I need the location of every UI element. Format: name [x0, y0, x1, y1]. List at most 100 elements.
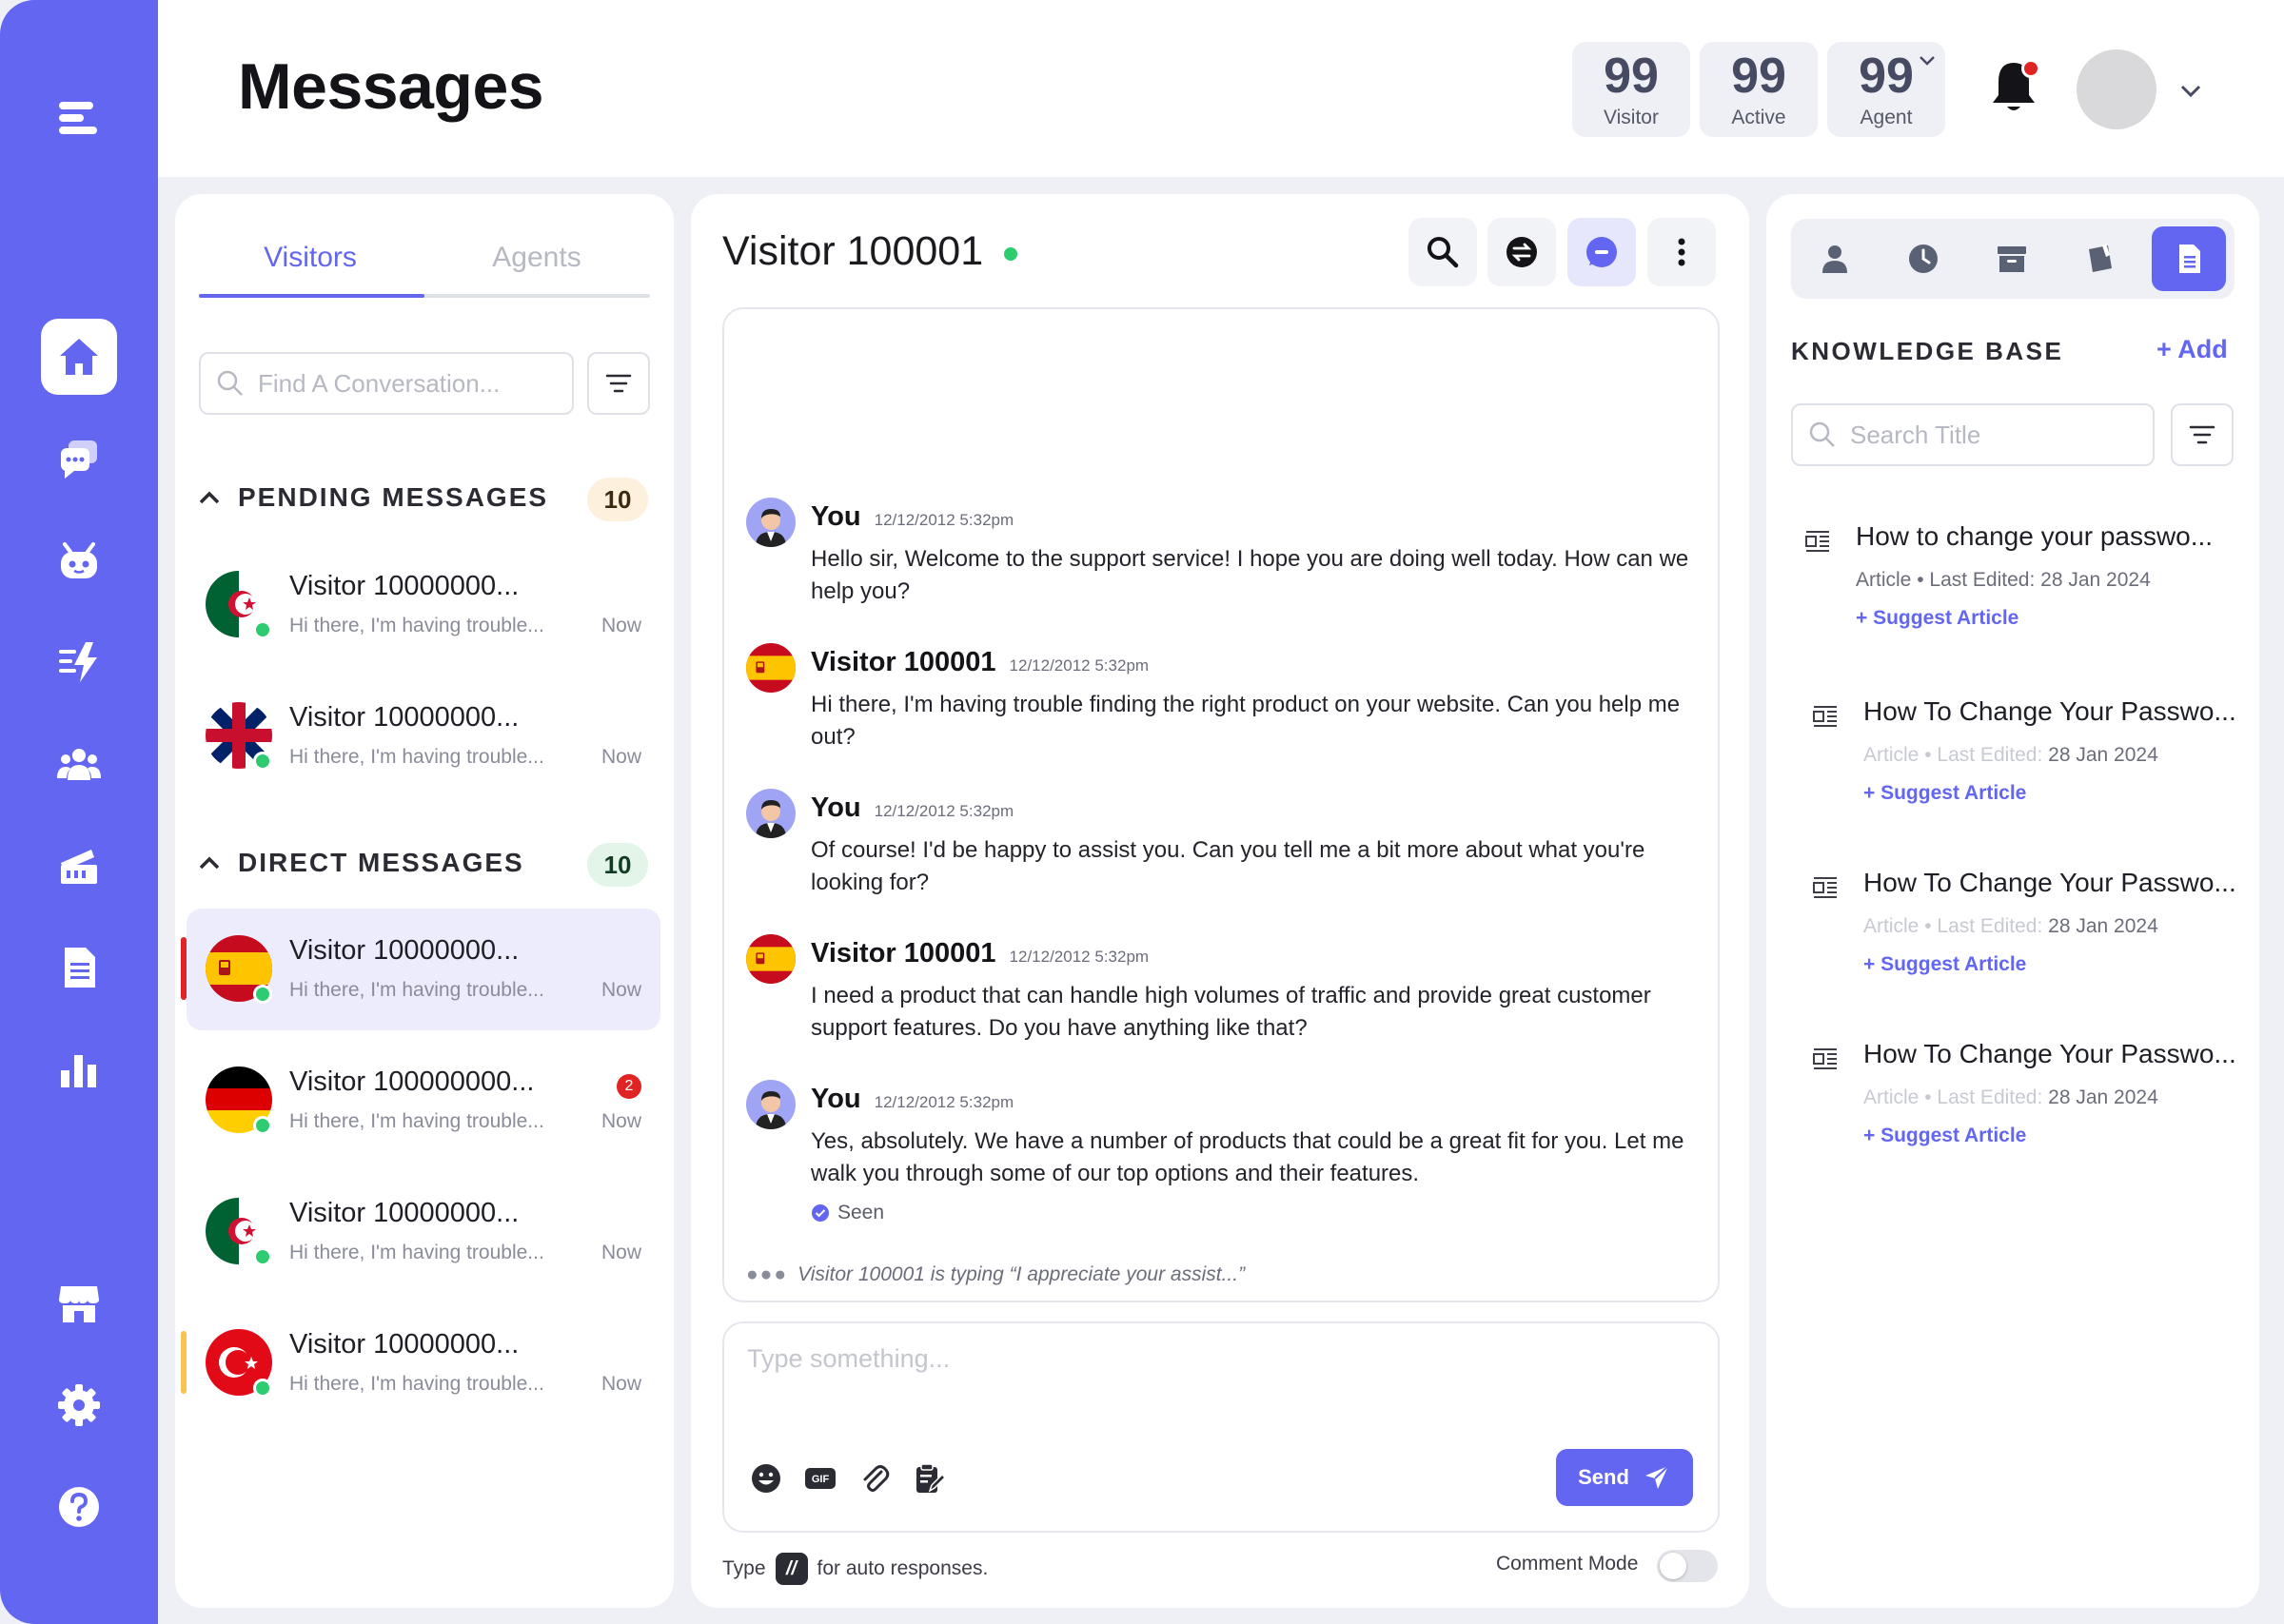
- add-article-button[interactable]: + Add: [2156, 335, 2228, 364]
- article-type: Article: [1863, 1086, 1920, 1108]
- message-text: Hello sir, Welcome to the support servic…: [811, 546, 1689, 604]
- settings-icon[interactable]: [41, 1367, 117, 1443]
- article-meta: Article • Last Edited: 28 Jan 2024: [1863, 915, 2158, 937]
- notifications-bell-icon[interactable]: [1987, 57, 2040, 118]
- chat-mode-button[interactable]: [1567, 218, 1636, 286]
- filter-icon: [2189, 425, 2215, 444]
- send-button[interactable]: Send: [1556, 1449, 1693, 1506]
- last-edited-label: Last Edited:: [1937, 1086, 2043, 1108]
- tab-visitors[interactable]: Visitors: [200, 242, 421, 274]
- conversation-item[interactable]: Visitor 10000000... Hi there, I'm having…: [187, 1171, 660, 1293]
- user-icon: [1822, 245, 1847, 273]
- tab-visitor-info[interactable]: [1798, 226, 1872, 291]
- last-edited-label: Last Edited:: [1937, 744, 2043, 766]
- message-text: Yes, absolutely. We have a number of pro…: [811, 1128, 1684, 1186]
- canned-response-icon[interactable]: [910, 1459, 948, 1497]
- notification-dot: [2021, 59, 2040, 78]
- help-icon[interactable]: [41, 1469, 117, 1545]
- article-filter-button[interactable]: [2171, 403, 2234, 466]
- menu-icon[interactable]: [41, 80, 117, 156]
- suggest-article-button[interactable]: + Suggest Article: [1863, 1125, 2026, 1147]
- online-status-dot: [253, 985, 272, 1004]
- conversation-item[interactable]: Visitor 10000000... Hi there, I'm having…: [181, 1302, 660, 1424]
- comment-mode-toggle[interactable]: [1657, 1550, 1718, 1582]
- tab-notes[interactable]: [2063, 226, 2137, 291]
- sender-name: Visitor 100001: [811, 647, 996, 677]
- message-sender: Visitor 100001 12/12/2012 5:32pm: [811, 647, 1149, 678]
- last-edited-label: Last Edited:: [1937, 915, 2043, 937]
- typing-dots-icon: ●●●: [746, 1263, 789, 1285]
- attachment-icon[interactable]: [856, 1459, 894, 1497]
- more-vertical-icon: [1678, 238, 1685, 266]
- tab-archive[interactable]: [1975, 226, 2049, 291]
- chat-bubble-icon: [1586, 237, 1617, 267]
- article-title[interactable]: How To Change Your Passwo...: [1863, 868, 2236, 898]
- message-timestamp: 12/12/2012 5:32pm: [874, 511, 1014, 529]
- article-search-input[interactable]: [1850, 405, 2143, 464]
- suggest-article-button[interactable]: + Suggest Article: [1863, 782, 2026, 805]
- chat-search-button[interactable]: [1408, 218, 1477, 286]
- search-icon: [217, 370, 243, 396]
- seen-label: Seen: [837, 1202, 885, 1223]
- bot-icon[interactable]: [41, 522, 117, 598]
- direct-section-header[interactable]: DIRECT MESSAGES: [198, 848, 524, 878]
- chat-title: Visitor 100001: [722, 228, 1018, 275]
- avatar[interactable]: [2077, 49, 2156, 129]
- online-status-dot: [253, 1116, 272, 1135]
- conversation-search-input[interactable]: [258, 354, 562, 413]
- online-status-dot: [253, 620, 272, 639]
- chats-icon[interactable]: [41, 421, 117, 497]
- emoji-icon[interactable]: [747, 1459, 785, 1497]
- spain-flag-avatar: [746, 934, 796, 984]
- article-meta: Article • Last Edited: 28 Jan 2024: [1863, 1086, 2158, 1108]
- article-title[interactable]: How To Change Your Passwo...: [1863, 1039, 2236, 1069]
- agent-stat[interactable]: 99 Agent: [1827, 42, 1945, 137]
- conversation-item[interactable]: Visitor 100000000... 2 Hi there, I'm hav…: [187, 1040, 660, 1162]
- conversation-time: Now: [601, 1110, 641, 1132]
- auto-response-hint: Type // for auto responses.: [722, 1553, 988, 1585]
- article-title[interactable]: How To Change Your Passwo...: [1863, 696, 2236, 727]
- message-timestamp: 12/12/2012 5:32pm: [1009, 656, 1150, 675]
- conversation-filter-button[interactable]: [587, 352, 650, 415]
- agent-avatar: [746, 789, 796, 838]
- online-status-dot: [253, 1247, 272, 1266]
- check-circle-icon: [812, 1204, 829, 1222]
- tab-history[interactable]: [1886, 226, 1960, 291]
- documents-icon[interactable]: [41, 929, 117, 1006]
- chevron-down-icon: [1920, 56, 1935, 66]
- message-input[interactable]: [747, 1344, 1689, 1411]
- suggest-article-button[interactable]: + Suggest Article: [1863, 953, 2026, 976]
- article-icon: [1805, 531, 1829, 552]
- article-title[interactable]: How to change your passwo...: [1856, 521, 2213, 552]
- team-icon[interactable]: [41, 726, 117, 802]
- sender-name: You: [811, 501, 861, 532]
- suggest-article-button[interactable]: + Suggest Article: [1856, 607, 2018, 630]
- transfer-chat-button[interactable]: [1487, 218, 1556, 286]
- last-edited-label: Last Edited:: [1929, 569, 2036, 591]
- conversation-time: Now: [601, 1373, 641, 1395]
- tickets-icon[interactable]: [41, 828, 117, 904]
- sender-name: Visitor 100001: [811, 938, 996, 969]
- more-options-button[interactable]: [1647, 218, 1716, 286]
- visitor-stat: 99 Visitor: [1572, 42, 1690, 137]
- message-text: Hi there, I'm having trouble finding the…: [811, 692, 1681, 750]
- reports-icon[interactable]: [41, 1031, 117, 1107]
- pending-section-header[interactable]: PENDING MESSAGES: [198, 482, 548, 513]
- profile-chevron-down-icon[interactable]: [2179, 84, 2202, 99]
- filter-icon: [605, 374, 632, 393]
- conversation-item-active[interactable]: Visitor 10000000... Hi there, I'm having…: [181, 909, 660, 1030]
- conversation-time: Now: [601, 615, 641, 636]
- conversation-time: Now: [601, 1242, 641, 1263]
- automation-icon[interactable]: [41, 624, 117, 700]
- home-icon[interactable]: [41, 319, 117, 395]
- article-icon: [1813, 1048, 1837, 1069]
- conversation-item[interactable]: Visitor 10000000... Hi there, I'm having…: [187, 544, 660, 666]
- conversation-item[interactable]: Visitor 10000000... Hi there, I'm having…: [187, 675, 660, 797]
- store-icon[interactable]: [41, 1266, 117, 1342]
- tab-agents[interactable]: Agents: [426, 242, 647, 274]
- message-text: Of course! I'd be happy to assist you. C…: [811, 837, 1645, 895]
- gif-icon[interactable]: GIF: [801, 1459, 839, 1497]
- chat-visitor-name: Visitor 100001: [722, 228, 984, 274]
- tab-knowledge-base[interactable]: [2152, 226, 2226, 291]
- article-icon: [1813, 877, 1837, 898]
